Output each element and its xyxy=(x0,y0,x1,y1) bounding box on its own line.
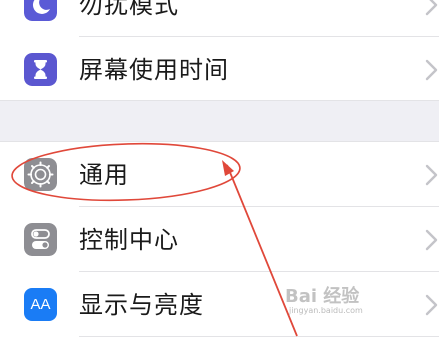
settings-row-label: 显示与亮度 xyxy=(79,291,204,319)
settings-row-screen-time[interactable]: 屏幕使用时间 xyxy=(0,37,439,102)
watermark-url: jingyan.baidu.com xyxy=(289,306,363,315)
settings-row-label: 勿扰模式 xyxy=(79,0,179,19)
chevron-right-icon xyxy=(425,59,438,81)
settings-row-label: 控制中心 xyxy=(79,226,179,254)
settings-row-label: 屏幕使用时间 xyxy=(79,56,229,84)
settings-row-control-center[interactable]: 控制中心 xyxy=(0,207,439,272)
watermark: Bai 经验 jingyan.baidu.com xyxy=(285,282,415,322)
chevron-right-icon xyxy=(425,164,438,186)
aa-icon: AA xyxy=(24,288,57,321)
gear-icon xyxy=(24,158,57,191)
aa-icon-text: AA xyxy=(30,296,51,313)
section-separator xyxy=(0,100,439,142)
watermark-text: Bai 经验 xyxy=(285,286,360,307)
chevron-right-icon xyxy=(425,0,438,16)
settings-row-label: 通用 xyxy=(79,161,129,189)
toggles-icon xyxy=(24,223,57,256)
moon-icon xyxy=(24,0,57,21)
chevron-right-icon xyxy=(425,229,438,251)
settings-row-do-not-disturb[interactable]: 勿扰模式 xyxy=(0,0,439,37)
settings-row-general[interactable]: 通用 xyxy=(0,142,439,207)
settings-screen: 勿扰模式 屏幕使用时间 通用 控制中心 AA 显示与亮度 Bai 经验 jing… xyxy=(0,0,439,340)
row-divider xyxy=(79,336,439,337)
hourglass-icon xyxy=(24,53,57,86)
settings-group-top: 勿扰模式 屏幕使用时间 xyxy=(0,0,439,102)
chevron-right-icon xyxy=(425,294,438,316)
